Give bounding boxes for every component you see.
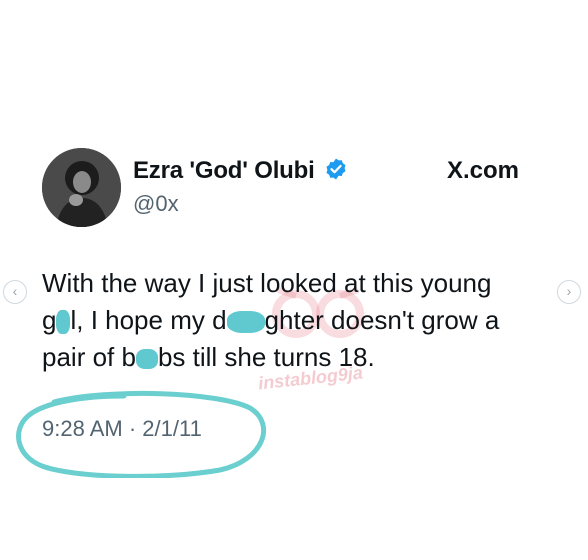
author-handle[interactable]: @0x bbox=[133, 191, 179, 217]
next-arrow-icon[interactable]: › bbox=[557, 280, 581, 304]
censor-blot bbox=[226, 311, 265, 334]
post-text-line: With the way I just looked at this young bbox=[42, 268, 492, 298]
highlight-circle bbox=[16, 390, 267, 478]
censor-blot bbox=[56, 310, 71, 335]
site-logo: X.com bbox=[447, 157, 520, 184]
censor-blot bbox=[135, 349, 158, 370]
previous-arrow-icon[interactable]: ‹ bbox=[3, 280, 27, 304]
verified-badge-icon bbox=[326, 158, 346, 180]
avatar[interactable] bbox=[42, 148, 121, 227]
avatar-image bbox=[42, 148, 121, 227]
post-text-line: pair of b bs till she turns 18. bbox=[42, 342, 375, 372]
post-text: With the way I just looked at this young… bbox=[42, 265, 552, 376]
author-name[interactable]: Ezra 'God' Olubi bbox=[133, 157, 315, 185]
post-text-line: g l, I hope my d ghter doesn't grow a bbox=[42, 305, 500, 335]
